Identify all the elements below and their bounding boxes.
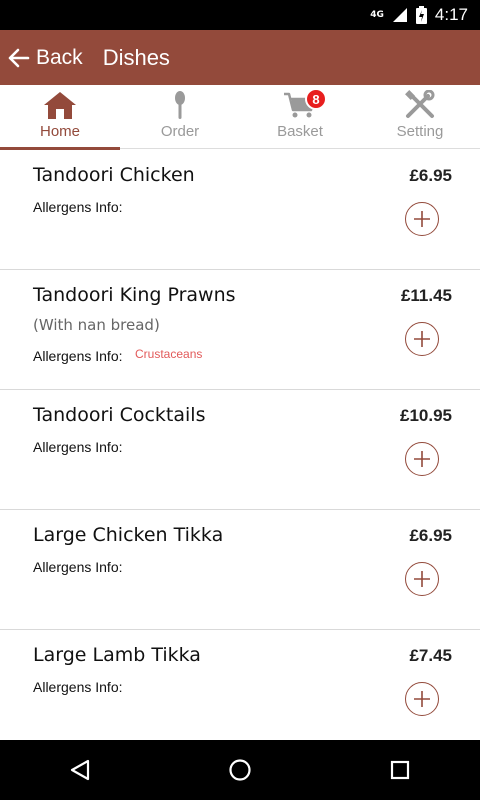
back-label: Back bbox=[36, 45, 83, 69]
system-nav-bar bbox=[0, 740, 480, 800]
signal-icon bbox=[392, 8, 407, 22]
plus-icon bbox=[414, 451, 430, 467]
dish-price: £6.95 bbox=[409, 166, 452, 185]
plus-icon bbox=[414, 571, 430, 587]
allergens-label: Allergens Info: bbox=[33, 439, 123, 455]
tools-icon bbox=[405, 90, 435, 118]
nav-home-icon[interactable] bbox=[228, 758, 252, 782]
dish-price: £10.95 bbox=[400, 406, 452, 425]
dish-row: Large Chicken Tikka Allergens Info: £6.9… bbox=[0, 510, 480, 630]
tab-setting[interactable]: Setting bbox=[360, 85, 480, 149]
network-type: 4G bbox=[370, 10, 384, 20]
tab-basket-label: Basket bbox=[277, 123, 323, 140]
allergens-label: Allergens Info: bbox=[33, 199, 123, 215]
add-button[interactable] bbox=[405, 682, 439, 716]
tab-setting-label: Setting bbox=[396, 123, 444, 140]
tab-order-label: Order bbox=[160, 123, 200, 140]
nav-back-icon[interactable] bbox=[68, 758, 92, 782]
clock: 4:17 bbox=[434, 5, 468, 24]
allergens-label: Allergens Info: bbox=[33, 679, 123, 695]
dish-price: £7.45 bbox=[409, 646, 452, 665]
nav-recents-icon[interactable] bbox=[388, 758, 412, 782]
allergens-label: Allergens Info: bbox=[33, 559, 123, 575]
add-button[interactable] bbox=[405, 322, 439, 356]
dish-row: Tandoori Chicken Allergens Info: £6.95 bbox=[0, 150, 480, 270]
basket-count-badge: 8 bbox=[305, 88, 327, 110]
dish-name: Tandoori Chicken bbox=[33, 164, 195, 186]
dish-name: Large Lamb Tikka bbox=[33, 644, 201, 666]
page-title: Dishes bbox=[102, 44, 170, 70]
add-button[interactable] bbox=[405, 442, 439, 476]
tab-home-label: Home bbox=[39, 123, 80, 140]
add-button[interactable] bbox=[405, 562, 439, 596]
tab-order[interactable]: Order bbox=[120, 85, 240, 149]
dish-name: Large Chicken Tikka bbox=[33, 524, 224, 546]
dish-subtitle: (With nan bread) bbox=[33, 316, 160, 334]
dish-price: £6.95 bbox=[409, 526, 452, 545]
arrow-left-icon bbox=[8, 48, 30, 67]
dish-row: Tandoori King Prawns (With nan bread) Al… bbox=[0, 270, 480, 390]
plus-icon bbox=[414, 211, 430, 227]
home-icon bbox=[44, 92, 76, 119]
tab-home[interactable]: Home bbox=[0, 85, 120, 150]
allergens-label: Allergens Info: bbox=[33, 348, 123, 364]
dish-name: Tandoori King Prawns bbox=[33, 284, 236, 306]
dish-name: Tandoori Cocktails bbox=[33, 404, 206, 426]
status-bar: 4G 4:17 bbox=[0, 0, 480, 30]
add-button[interactable] bbox=[405, 202, 439, 236]
dish-row: Large Lamb Tikka Allergens Info: £7.45 bbox=[0, 630, 480, 740]
dish-price: £11.45 bbox=[400, 286, 452, 305]
tab-basket[interactable]: 8 Basket bbox=[240, 85, 360, 149]
back-button[interactable]: Back bbox=[0, 30, 83, 85]
allergens-value: Crustaceans bbox=[135, 347, 203, 361]
plus-icon bbox=[414, 331, 430, 347]
dish-list: Tandoori Chicken Allergens Info: £6.95 T… bbox=[0, 150, 480, 740]
tab-bar: Home Order 8 Basket Setting bbox=[0, 85, 480, 150]
spoon-icon bbox=[175, 91, 185, 119]
dish-row: Tandoori Cocktails Allergens Info: £10.9… bbox=[0, 390, 480, 510]
app-bar: Back Dishes bbox=[0, 30, 480, 85]
plus-icon bbox=[414, 691, 430, 707]
battery-icon bbox=[415, 6, 427, 24]
